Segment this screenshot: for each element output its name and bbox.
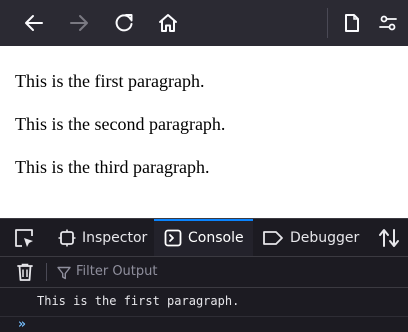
- devtools-tabbar: Inspector Console Debugger: [0, 219, 408, 257]
- console-icon: [164, 229, 182, 246]
- filter-output-input[interactable]: Filter Output: [76, 264, 158, 279]
- filter-separator: [46, 263, 47, 281]
- tab-debugger[interactable]: Debugger: [262, 219, 362, 256]
- paragraph-second: This is the second paragraph.: [15, 114, 226, 134]
- paragraph-first: This is the first paragraph.: [15, 71, 205, 91]
- console-prompt-icon: »: [18, 317, 26, 332]
- page-content: This is the first paragraph. This is the…: [0, 46, 408, 218]
- tab-inspector-label: Inspector: [82, 229, 148, 246]
- trash-icon[interactable]: [14, 262, 36, 282]
- pick-element-button[interactable]: [10, 219, 38, 256]
- console-message-row: This is the first paragraph.: [0, 288, 408, 317]
- tab-console[interactable]: Console: [154, 219, 253, 256]
- browser-toolbar: [0, 0, 408, 46]
- debugger-icon: [263, 230, 283, 245]
- arrow-right-icon[interactable]: [64, 8, 94, 38]
- up-down-arrows-icon: [379, 228, 399, 247]
- filter-icon: [57, 265, 71, 280]
- reload-icon[interactable]: [109, 8, 139, 38]
- pick-element-icon: [15, 228, 33, 247]
- console-message: This is the first paragraph.: [37, 294, 240, 308]
- home-icon[interactable]: [153, 8, 183, 38]
- paragraph-third: This is the third paragraph.: [15, 157, 210, 177]
- sliders-icon[interactable]: [373, 8, 403, 38]
- inspector-icon: [58, 229, 76, 246]
- network-arrows-button[interactable]: [376, 219, 402, 256]
- page-icon[interactable]: [337, 8, 367, 38]
- console-input-row[interactable]: »: [0, 317, 408, 332]
- tab-console-label: Console: [188, 229, 244, 246]
- arrow-left-icon[interactable]: [19, 8, 49, 38]
- console-filter-bar: Filter Output: [0, 257, 408, 288]
- toolbar-separator: [327, 8, 328, 38]
- tab-debugger-label: Debugger: [290, 229, 360, 246]
- tab-inspector[interactable]: Inspector: [54, 219, 154, 256]
